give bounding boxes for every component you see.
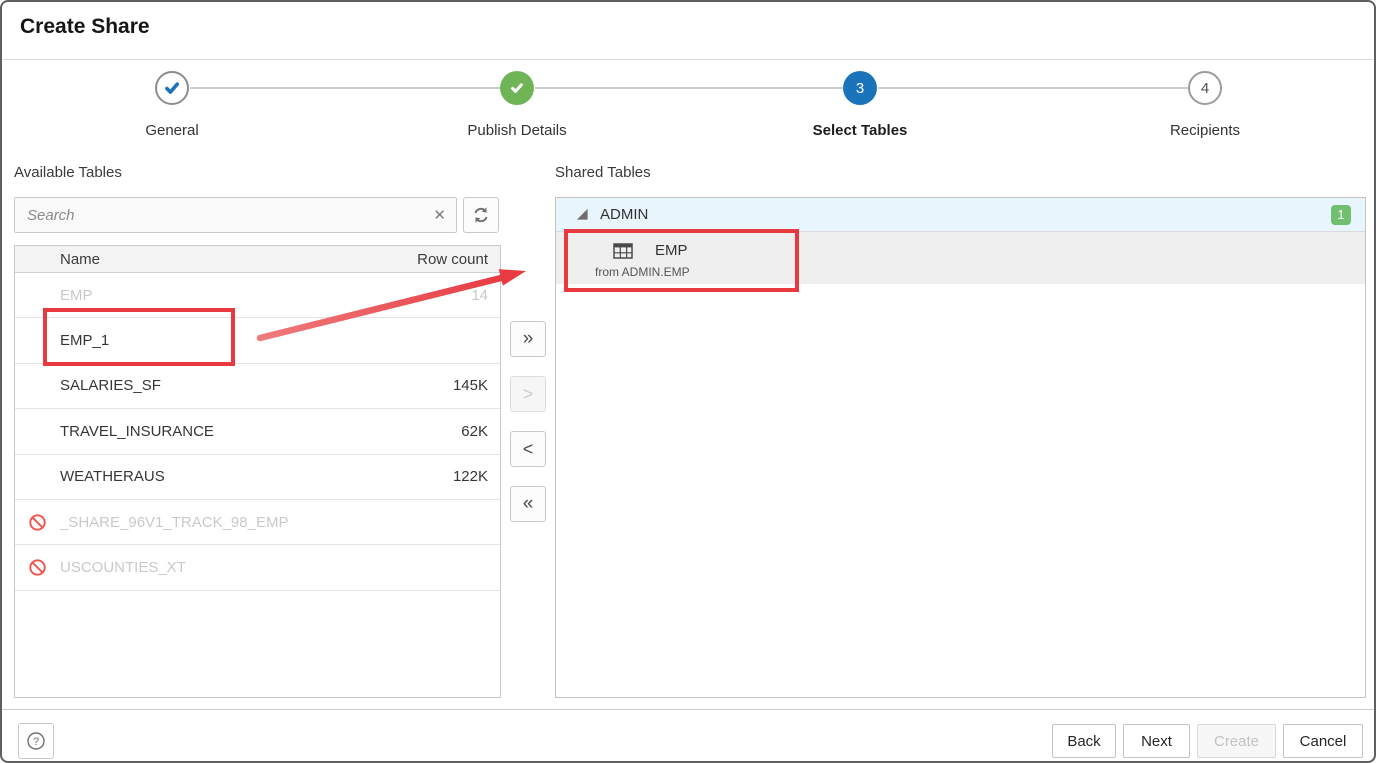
shared-tables-tree: ADMIN 1 EMP from ADMIN.EMP	[555, 197, 1366, 698]
row-name: SALARIES_SF	[15, 377, 161, 394]
refresh-icon	[472, 206, 490, 224]
step-general[interactable]: General	[82, 71, 262, 139]
search-input[interactable]	[15, 198, 456, 232]
dialog-title: Create Share	[20, 15, 150, 39]
row-name: TRAVEL_INSURANCE	[15, 423, 214, 440]
row-count: 62K	[461, 423, 500, 440]
table-grid-icon	[613, 243, 633, 259]
next-button[interactable]: Next	[1123, 724, 1190, 758]
table-row-emp-1[interactable]: EMP_1	[15, 318, 500, 363]
table-row-emp: EMP 14	[15, 273, 500, 318]
available-tables-list: Name Row count EMP 14 EMP_1 SALARIES_SF …	[14, 245, 501, 698]
table-row-weatheraus[interactable]: WEATHERAUS 122K	[15, 455, 500, 500]
table-row-salaries-sf[interactable]: SALARIES_SF 145K	[15, 364, 500, 409]
shared-table-entry: EMP	[613, 242, 688, 259]
available-tables-label: Available Tables	[14, 164, 122, 181]
move-all-left-button[interactable]: «	[510, 486, 546, 522]
schema-name: ADMIN	[600, 206, 648, 223]
help-button[interactable]: ?	[18, 723, 54, 759]
table-row-uscounties-xt: USCOUNTIES_XT	[15, 545, 500, 590]
step-number-badge: 4	[1188, 71, 1222, 105]
search-box: ✕	[14, 197, 457, 233]
step-number: 3	[856, 80, 864, 97]
step-number-badge: 3	[843, 71, 877, 105]
step-label: General	[82, 122, 262, 139]
step-label: Select Tables	[770, 122, 950, 139]
row-count: 145K	[453, 377, 500, 394]
create-button[interactable]: Create	[1197, 724, 1276, 758]
table-count-badge: 1	[1331, 205, 1351, 225]
step-recipients[interactable]: 4 Recipients	[1115, 71, 1295, 139]
title-separator	[2, 59, 1374, 60]
row-name: _SHARE_96V1_TRACK_98_EMP	[15, 514, 288, 531]
refresh-button[interactable]	[463, 197, 499, 233]
row-count: 122K	[453, 468, 500, 485]
shared-tables-label: Shared Tables	[555, 164, 651, 181]
footer-separator	[2, 709, 1374, 710]
question-circle-icon: ?	[26, 731, 46, 751]
move-left-button[interactable]: <	[510, 431, 546, 467]
cancel-button[interactable]: Cancel	[1283, 724, 1363, 758]
step-publish-details[interactable]: Publish Details	[427, 71, 607, 139]
table-row-travel-insurance[interactable]: TRAVEL_INSURANCE 62K	[15, 409, 500, 454]
step-complete-icon	[500, 71, 534, 105]
ban-icon	[28, 513, 47, 532]
table-header: Name Row count	[15, 246, 500, 273]
clear-search-icon[interactable]: ✕	[433, 198, 446, 232]
check-icon	[163, 79, 181, 97]
step-complete-icon	[155, 71, 189, 105]
check-icon	[509, 80, 525, 96]
column-header-row-count: Row count	[417, 251, 500, 268]
tree-leaf-emp[interactable]: EMP from ADMIN.EMP	[556, 231, 1365, 284]
shared-table-source: from ADMIN.EMP	[595, 265, 690, 279]
create-share-dialog: Create Share General Publish Details 3 S…	[0, 0, 1376, 763]
row-name: EMP	[15, 287, 93, 304]
step-number: 4	[1201, 80, 1209, 97]
row-name: WEATHERAUS	[15, 468, 165, 485]
move-all-right-button[interactable]: »	[510, 321, 546, 357]
shared-table-name: EMP	[655, 242, 688, 259]
step-select-tables[interactable]: 3 Select Tables	[770, 71, 950, 139]
step-label: Publish Details	[427, 122, 607, 139]
row-count: 14	[471, 287, 500, 304]
column-header-name: Name	[15, 251, 100, 268]
move-right-button[interactable]: >	[510, 376, 546, 412]
row-name: EMP_1	[15, 332, 109, 349]
svg-text:?: ?	[33, 736, 39, 748]
ban-icon	[28, 558, 47, 577]
collapse-triangle-icon[interactable]	[576, 208, 589, 221]
step-label: Recipients	[1115, 122, 1295, 139]
back-button[interactable]: Back	[1052, 724, 1116, 758]
tree-node-admin[interactable]: ADMIN 1	[556, 198, 1365, 231]
table-row-share-96v1-track-98-emp: _SHARE_96V1_TRACK_98_EMP	[15, 500, 500, 545]
